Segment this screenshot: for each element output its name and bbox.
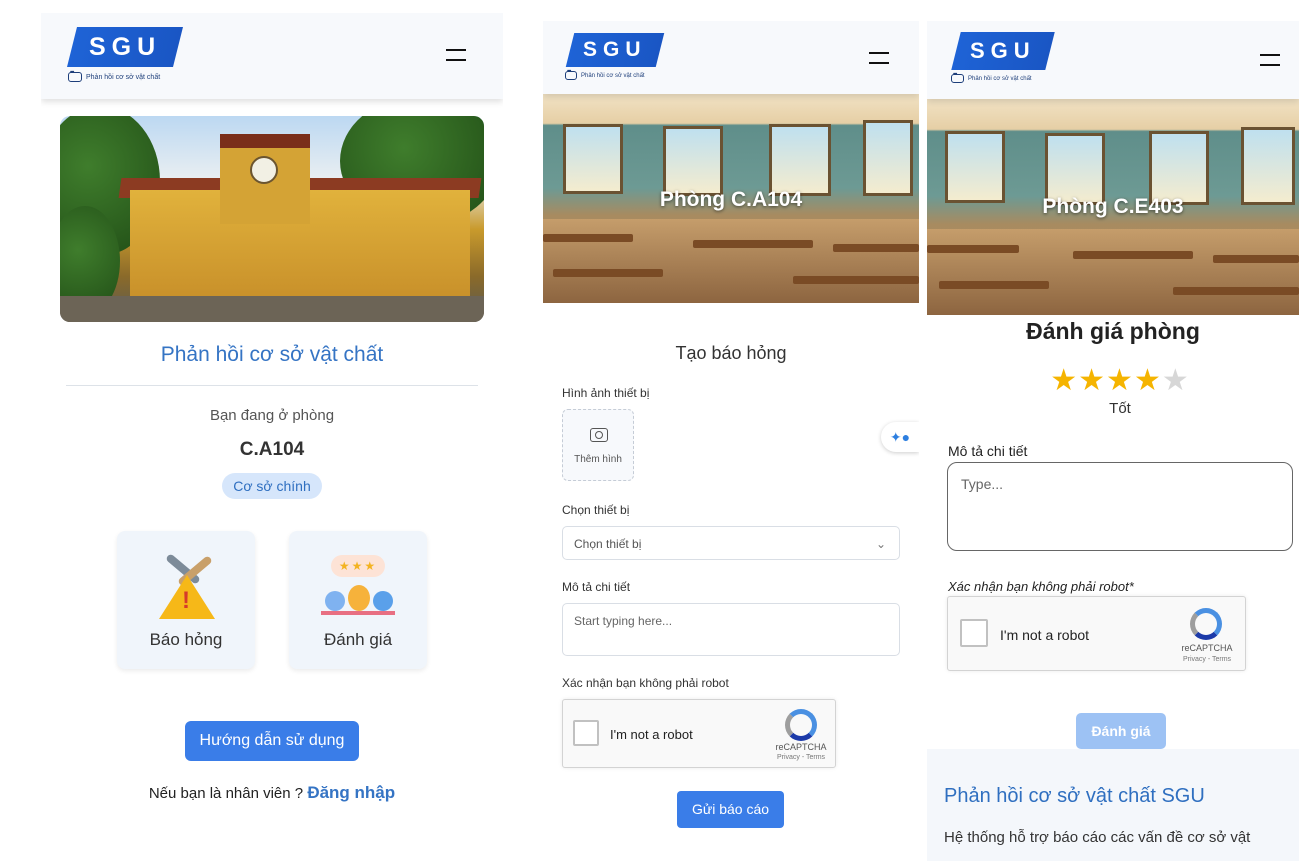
rate-room-tile[interactable]: ★★★ Đánh giá [289,531,427,669]
star-icon[interactable]: ★ [1078,364,1106,397]
logo-tagline: Phản hồi cơ sở vật chất [86,73,161,81]
recaptcha-widget: I'm not a robot reCAPTCHA Privacy - Term… [562,699,836,768]
staff-prompt-text: Nếu bạn là nhân viên ? [148,785,304,802]
form-title: Tạo báo hỏng [675,343,787,363]
logo-text: SGU [970,38,1036,63]
recaptcha-checkbox[interactable] [573,720,599,746]
stars-icon: ★★★ [331,555,385,577]
description-textarea[interactable]: Type... [947,462,1293,551]
chat-icon [68,70,82,82]
camera-icon [590,428,608,442]
campus-badge: Cơ sở chính [222,473,322,499]
header: SGU Phản hồi cơ sở vật chất [41,13,503,99]
room-code: C.A104 [239,439,305,460]
robot-label: Xác nhận bạn không phải robot [562,676,729,690]
tile-label: Báo hỏng [149,630,223,649]
page-title: Phản hồi cơ sở vật chất [160,343,384,366]
campus-building-image [60,116,484,322]
star-icon[interactable]: ★ [1162,364,1190,397]
submit-rating-button[interactable]: Đánh giá [1076,713,1166,749]
tile-label: Đánh giá [323,630,393,649]
form-title: Đánh giá phòng [1026,318,1200,344]
sgu-logo[interactable]: SGU Phản hồi cơ sở vật chất [565,33,665,80]
login-link[interactable]: Đăng nhập [307,783,395,802]
device-select-value: Chọn thiết bị [574,537,642,551]
description-placeholder: Start typing here... [574,614,673,628]
recaptcha-brand: reCAPTCHA [1181,643,1233,653]
submit-report-button[interactable]: Gửi báo cáo [677,791,784,828]
hamburger-menu-icon[interactable] [446,49,466,61]
classroom-image: Phòng C.E403 [927,99,1299,315]
star-icon[interactable]: ★ [1106,364,1134,397]
footer-text: Hệ thống hỗ trợ báo cáo các vấn đề cơ sở… [944,829,1251,846]
description-label: Mô tả chi tiết [948,443,1028,459]
home-screen: SGU Phản hồi cơ sở vật chất Phản hồi cơ … [41,13,503,861]
rating-screen: SGU Phản hồi cơ sở vật chất Phòng C.E403… [927,21,1299,861]
warning-tools-icon: ! [155,553,217,619]
logo-tagline: Phản hồi cơ sở vật chất [968,75,1032,82]
hamburger-menu-icon[interactable] [1260,54,1280,66]
sgu-logo[interactable]: SGU Phản hồi cơ sở vật chất [67,27,183,82]
current-room-label: Bạn đang ở phòng [209,407,335,424]
add-image-label: Thêm hình [574,454,622,465]
logo-tagline: Phản hồi cơ sở vật chất [581,72,645,79]
star-rating[interactable]: ★★★★★ [927,363,1299,398]
sparkle-drop-icon: ✦● [889,429,911,445]
recaptcha-terms-link[interactable]: Privacy - Terms [769,754,833,761]
description-textarea[interactable]: Start typing here... [562,603,900,656]
robot-label: Xác nhận bạn không phải robot* [948,579,1134,594]
recaptcha-logo-icon [1190,608,1222,640]
clock-icon [250,156,278,184]
recaptcha-logo-icon [785,709,817,741]
star-icon[interactable]: ★ [1134,364,1162,397]
device-label: Chọn thiết bị [562,503,630,517]
staff-login-prompt: Nếu bạn là nhân viên ? Đăng nhập [41,783,503,803]
recaptcha-checkbox[interactable] [960,619,988,647]
chat-icon [951,72,964,83]
description-placeholder: Type... [961,476,1004,492]
hamburger-menu-icon[interactable] [869,52,889,64]
rating-label: Tốt [1109,400,1131,417]
floating-assistant-button[interactable]: ✦● [881,422,919,452]
recaptcha-label: I'm not a robot [1000,627,1090,643]
classroom-image: Phòng C.A104 [543,94,919,303]
description-label: Mô tả chi tiết [562,580,631,594]
recaptcha-terms-link[interactable]: Privacy - Terms [1174,656,1240,663]
divider [66,385,478,386]
rating-people-icon: ★★★ [319,551,397,619]
report-damage-tile[interactable]: ! Báo hỏng [117,531,255,669]
sgu-logo[interactable]: SGU Phản hồi cơ sở vật chất [951,32,1055,83]
logo-text: SGU [583,38,647,61]
room-title: Phòng C.E403 [1042,195,1184,218]
chevron-down-icon: ⌄ [875,537,886,551]
footer-title: Phản hồi cơ sở vật chất SGU [944,785,1205,807]
logo-text: SGU [88,33,162,61]
header: SGU Phản hồi cơ sở vật chất [927,21,1299,99]
header: SGU Phản hồi cơ sở vật chất [543,21,919,94]
room-title: Phòng C.A104 [659,188,803,211]
recaptcha-label: I'm not a robot [610,727,693,742]
star-icon[interactable]: ★ [1050,364,1078,397]
report-screen: SGU Phản hồi cơ sở vật chất Phòng C.A104… [543,21,919,861]
recaptcha-brand: reCAPTCHA [775,742,827,752]
image-label: Hình ảnh thiết bị [562,386,650,400]
recaptcha-widget: I'm not a robot reCAPTCHA Privacy - Term… [947,596,1246,671]
chat-icon [565,69,577,80]
user-guide-button[interactable]: Hướng dẫn sử dụng [185,721,359,761]
add-image-button[interactable]: Thêm hình [562,409,634,481]
footer: Phản hồi cơ sở vật chất SGU Hệ thống hỗ … [927,749,1299,861]
device-select[interactable]: Chọn thiết bị ⌄ [562,526,900,560]
